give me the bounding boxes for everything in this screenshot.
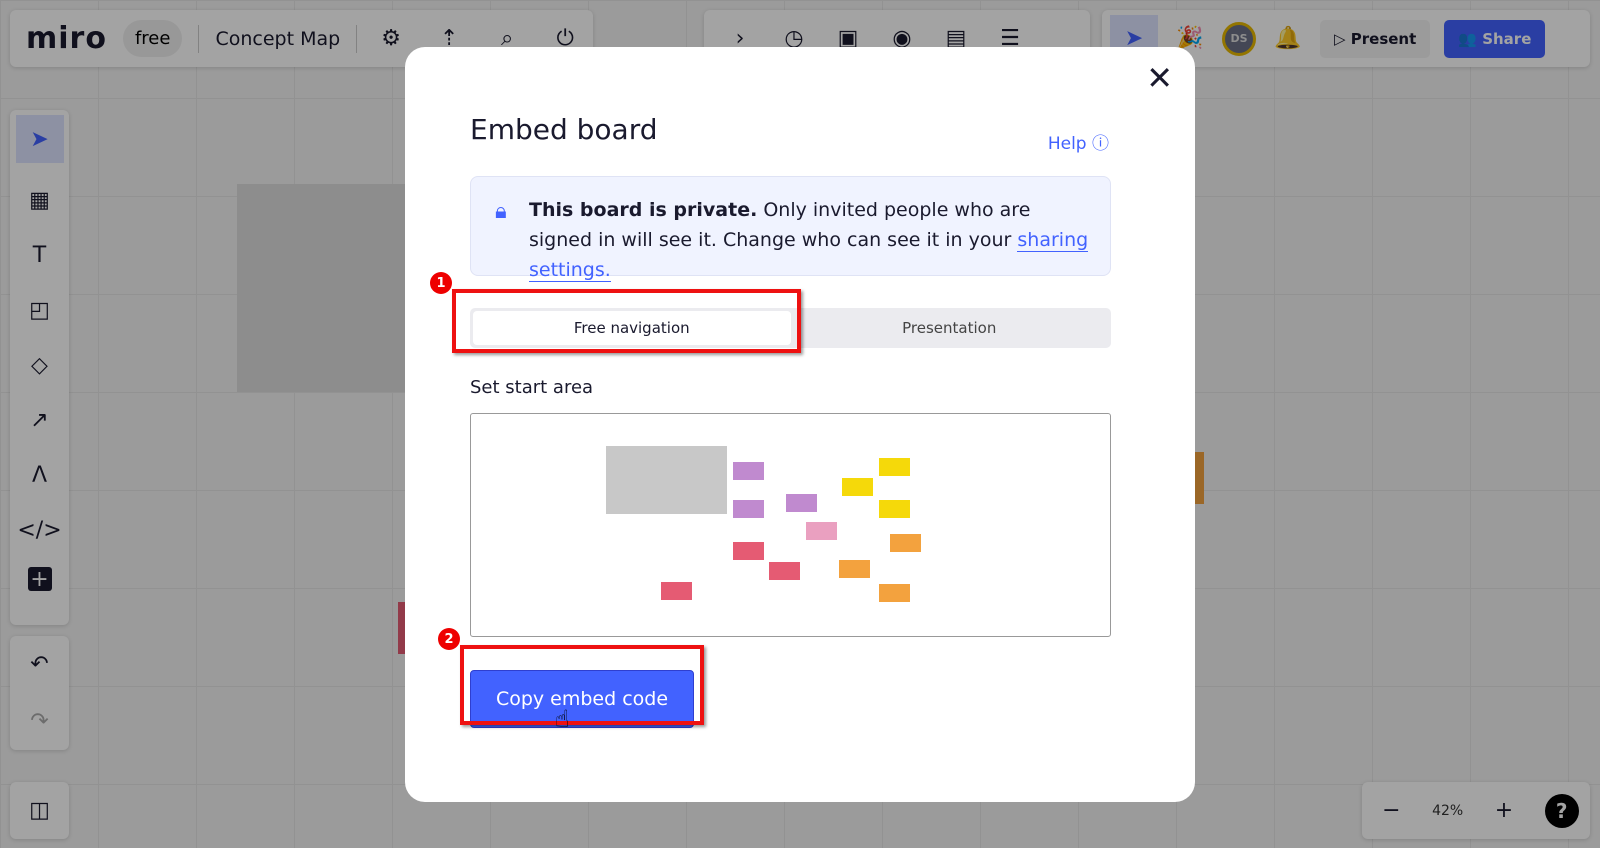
lock-icon: 🔒︎ bbox=[495, 199, 507, 224]
preview-sticky bbox=[839, 560, 870, 578]
preview-sticky bbox=[842, 478, 873, 496]
privacy-notice: 🔒︎ This board is private. Only invited p… bbox=[470, 176, 1111, 282]
help-label: Help bbox=[1047, 134, 1087, 154]
preview-sticky bbox=[879, 584, 910, 602]
annotation-highlight-2 bbox=[460, 645, 704, 725]
help-link[interactable]: Help ⓘ bbox=[1048, 129, 1109, 154]
notice-bold: This board is private. bbox=[529, 199, 758, 221]
preview-sticky bbox=[890, 534, 921, 552]
preview-sticky bbox=[786, 494, 817, 512]
annotation-badge-1: 1 bbox=[430, 272, 452, 294]
dialog-title: Embed board bbox=[470, 113, 658, 146]
preview-sticky bbox=[733, 500, 764, 518]
start-area-preview[interactable] bbox=[470, 413, 1111, 637]
preview-sticky bbox=[733, 542, 764, 560]
start-area-label: Set start area bbox=[470, 377, 594, 398]
hand-cursor-icon: ☝ bbox=[555, 705, 570, 733]
preview-frame bbox=[606, 446, 727, 514]
preview-sticky bbox=[661, 582, 692, 600]
preview-sticky bbox=[733, 462, 764, 480]
tab-presentation[interactable]: Presentation bbox=[791, 311, 1109, 345]
preview-sticky bbox=[769, 562, 800, 580]
annotation-badge-2: 2 bbox=[438, 628, 460, 650]
close-icon[interactable]: ✕ bbox=[1146, 59, 1173, 97]
preview-sticky bbox=[879, 500, 910, 518]
preview-sticky bbox=[879, 458, 910, 476]
preview-sticky bbox=[806, 522, 837, 540]
annotation-highlight-1 bbox=[452, 289, 801, 353]
embed-board-dialog: ✕ Embed board Help ⓘ 🔒︎ This board is pr… bbox=[405, 47, 1195, 802]
